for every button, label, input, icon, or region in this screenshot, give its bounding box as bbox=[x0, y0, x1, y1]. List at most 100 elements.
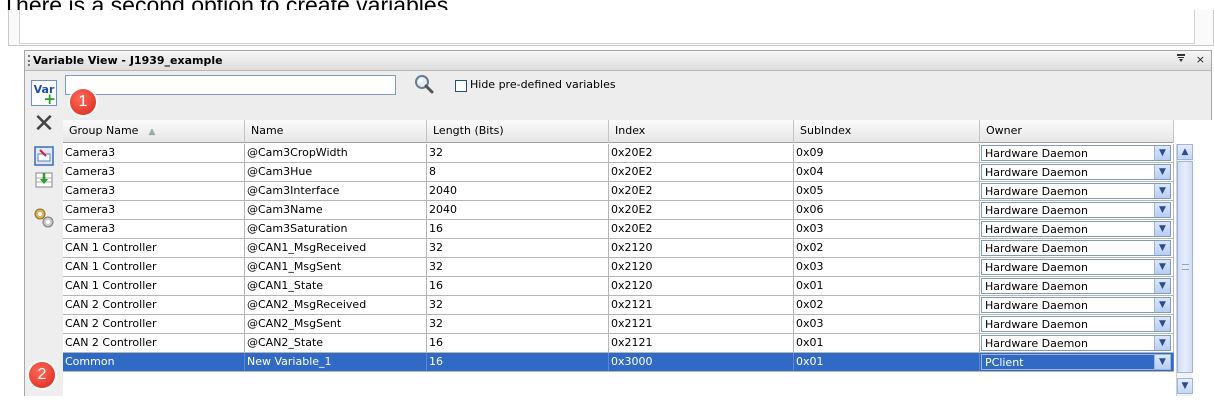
table-row[interactable]: Camera3 @Cam3Interface 2040 0x20E2 0x05 Hardw… bbox=[63, 182, 1174, 201]
table-row[interactable]: CAN 2 Controller @CAN2_MsgSent 32 0x2121 0x0… bbox=[63, 315, 1174, 334]
pin-icon[interactable] bbox=[1176, 53, 1190, 66]
cell-group-name[interactable]: CAN 1 Controller bbox=[63, 277, 245, 295]
import-variable-button[interactable] bbox=[31, 168, 57, 192]
cell-subindex[interactable]: 0x01 bbox=[794, 334, 980, 352]
cell-length[interactable]: 16 bbox=[427, 334, 609, 352]
cell-index[interactable]: 0x20E2 bbox=[609, 220, 794, 238]
cell-index[interactable]: 0x20E2 bbox=[609, 182, 794, 200]
cell-index[interactable]: 0x2120 bbox=[609, 239, 794, 257]
cell-index[interactable]: 0x2121 bbox=[609, 334, 794, 352]
cell-subindex[interactable]: 0x09 bbox=[794, 144, 980, 162]
panel-grip[interactable] bbox=[28, 55, 30, 66]
cell-subindex[interactable]: 0x03 bbox=[794, 258, 980, 276]
cell-group-name[interactable]: CAN 1 Controller bbox=[63, 239, 245, 257]
hide-predefined-label[interactable]: Hide pre-defined variables bbox=[470, 78, 616, 91]
chevron-down-icon[interactable]: ▼ bbox=[1154, 355, 1170, 369]
cell-owner[interactable]: Hardware Daemon ▼ bbox=[980, 277, 1174, 295]
owner-dropdown[interactable]: Hardware Daemon ▼ bbox=[981, 183, 1171, 199]
chevron-down-icon[interactable]: ▼ bbox=[1154, 241, 1170, 255]
search-input[interactable] bbox=[65, 75, 396, 95]
column-header-subindex[interactable]: SubIndex bbox=[794, 120, 980, 143]
cell-group-name[interactable]: Camera3 bbox=[63, 201, 245, 219]
cell-group-name[interactable]: Camera3 bbox=[63, 163, 245, 181]
cell-subindex[interactable]: 0x04 bbox=[794, 163, 980, 181]
chevron-down-icon[interactable]: ▼ bbox=[1154, 336, 1170, 350]
table-row[interactable]: Camera3 @Cam3Saturation 16 0x20E2 0x03 Hardwa… bbox=[63, 220, 1174, 239]
cell-owner[interactable]: Hardware Daemon ▼ bbox=[980, 258, 1174, 276]
cell-name[interactable]: @Cam3Hue bbox=[245, 163, 427, 181]
cell-length[interactable]: 16 bbox=[427, 220, 609, 238]
chevron-down-icon[interactable]: ▼ bbox=[1154, 146, 1170, 160]
cell-index[interactable]: 0x2121 bbox=[609, 296, 794, 314]
cell-name[interactable]: @CAN2_State bbox=[245, 334, 427, 352]
table-row[interactable]: CAN 1 Controller @CAN1_MsgReceived 32 0x212… bbox=[63, 239, 1174, 258]
cell-subindex[interactable]: 0x01 bbox=[794, 353, 980, 371]
table-row[interactable]: Camera3 @Cam3Hue 8 0x20E2 0x04 Hardware Daemo… bbox=[63, 163, 1174, 182]
cell-owner[interactable]: Hardware Daemon ▼ bbox=[980, 144, 1174, 162]
cell-subindex[interactable]: 0x03 bbox=[794, 220, 980, 238]
cell-length[interactable]: 32 bbox=[427, 315, 609, 333]
cell-group-name[interactable]: CAN 2 Controller bbox=[63, 296, 245, 314]
cell-owner[interactable]: Hardware Daemon ▼ bbox=[980, 182, 1174, 200]
chevron-down-icon[interactable]: ▼ bbox=[1154, 279, 1170, 293]
column-header-name[interactable]: Name bbox=[245, 120, 427, 143]
cell-group-name[interactable]: CAN 1 Controller bbox=[63, 258, 245, 276]
cell-index[interactable]: 0x3000 bbox=[609, 353, 794, 371]
cell-name[interactable]: @CAN2_MsgReceived bbox=[245, 296, 427, 314]
owner-dropdown[interactable]: Hardware Daemon ▼ bbox=[981, 221, 1171, 237]
owner-dropdown[interactable]: Hardware Daemon ▼ bbox=[981, 335, 1171, 351]
table-row[interactable]: CAN 1 Controller @CAN1_MsgSent 32 0x2120 0x0… bbox=[63, 258, 1174, 277]
table-row[interactable]: Camera3 @Cam3Name 2040 0x20E2 0x06 Hardware D… bbox=[63, 201, 1174, 220]
owner-dropdown[interactable]: Hardware Daemon ▼ bbox=[981, 278, 1171, 294]
chevron-down-icon[interactable]: ▼ bbox=[1154, 260, 1170, 274]
delete-variable-button[interactable]: ✕ bbox=[31, 111, 57, 137]
cell-subindex[interactable]: 0x05 bbox=[794, 182, 980, 200]
cell-length[interactable]: 8 bbox=[427, 163, 609, 181]
cell-name[interactable]: @Cam3Interface bbox=[245, 182, 427, 200]
chevron-down-icon[interactable]: ▼ bbox=[1154, 203, 1170, 217]
cell-subindex[interactable]: 0x02 bbox=[794, 239, 980, 257]
cell-owner[interactable]: Hardware Daemon ▼ bbox=[980, 220, 1174, 238]
cell-subindex[interactable]: 0x02 bbox=[794, 296, 980, 314]
close-icon[interactable]: × bbox=[1196, 53, 1205, 66]
cell-owner[interactable]: Hardware Daemon ▼ bbox=[980, 239, 1174, 257]
cell-owner[interactable]: Hardware Daemon ▼ bbox=[980, 315, 1174, 333]
settings-button[interactable] bbox=[31, 206, 57, 230]
cell-group-name[interactable]: CAN 2 Controller bbox=[63, 334, 245, 352]
cell-owner[interactable]: Hardware Daemon ▼ bbox=[980, 201, 1174, 219]
search-button[interactable] bbox=[413, 73, 435, 95]
add-variable-button[interactable]: Var + bbox=[31, 80, 57, 108]
table-row[interactable]: Camera3 @Cam3CropWidth 32 0x20E2 0x09 Hardwar… bbox=[63, 144, 1174, 163]
scroll-up-button[interactable]: ▲ bbox=[1177, 144, 1193, 160]
column-header-owner[interactable]: Owner bbox=[980, 120, 1174, 143]
cell-length[interactable]: 32 bbox=[427, 258, 609, 276]
cell-index[interactable]: 0x2120 bbox=[609, 277, 794, 295]
owner-dropdown[interactable]: Hardware Daemon ▼ bbox=[981, 145, 1171, 161]
cell-owner[interactable]: Hardware Daemon ▼ bbox=[980, 296, 1174, 314]
cell-length[interactable]: 16 bbox=[427, 277, 609, 295]
cell-subindex[interactable]: 0x01 bbox=[794, 277, 980, 295]
cell-owner[interactable]: PClient ▼ bbox=[980, 353, 1174, 371]
cell-name[interactable]: @CAN1_State bbox=[245, 277, 427, 295]
owner-dropdown[interactable]: Hardware Daemon ▼ bbox=[981, 240, 1171, 256]
cell-name[interactable]: @CAN1_MsgReceived bbox=[245, 239, 427, 257]
chevron-down-icon[interactable]: ▼ bbox=[1154, 298, 1170, 312]
vertical-scrollbar[interactable]: ▲ ▼ bbox=[1176, 144, 1193, 396]
cell-subindex[interactable]: 0x06 bbox=[794, 201, 980, 219]
cell-index[interactable]: 0x2120 bbox=[609, 258, 794, 276]
column-header-index[interactable]: Index bbox=[609, 120, 794, 143]
table-row[interactable]: Common New Variable_1 16 0x3000 0x01 PClient ▼ bbox=[63, 353, 1174, 372]
cell-length[interactable]: 2040 bbox=[427, 182, 609, 200]
cell-index[interactable]: 0x20E2 bbox=[609, 201, 794, 219]
hide-predefined-checkbox[interactable] bbox=[455, 80, 467, 92]
cell-group-name[interactable]: Camera3 bbox=[63, 144, 245, 162]
scroll-down-button[interactable]: ▼ bbox=[1177, 378, 1193, 394]
chevron-down-icon[interactable]: ▼ bbox=[1154, 184, 1170, 198]
owner-dropdown[interactable]: Hardware Daemon ▼ bbox=[981, 316, 1171, 332]
cell-group-name[interactable]: Common bbox=[63, 353, 245, 371]
table-row[interactable]: CAN 1 Controller @CAN1_State 16 0x2120 0x01 H… bbox=[63, 277, 1174, 296]
cell-owner[interactable]: Hardware Daemon ▼ bbox=[980, 163, 1174, 181]
cell-name[interactable]: New Variable_1 bbox=[245, 353, 427, 371]
cell-index[interactable]: 0x20E2 bbox=[609, 163, 794, 181]
column-header-length[interactable]: Length (Bits) bbox=[427, 120, 609, 143]
